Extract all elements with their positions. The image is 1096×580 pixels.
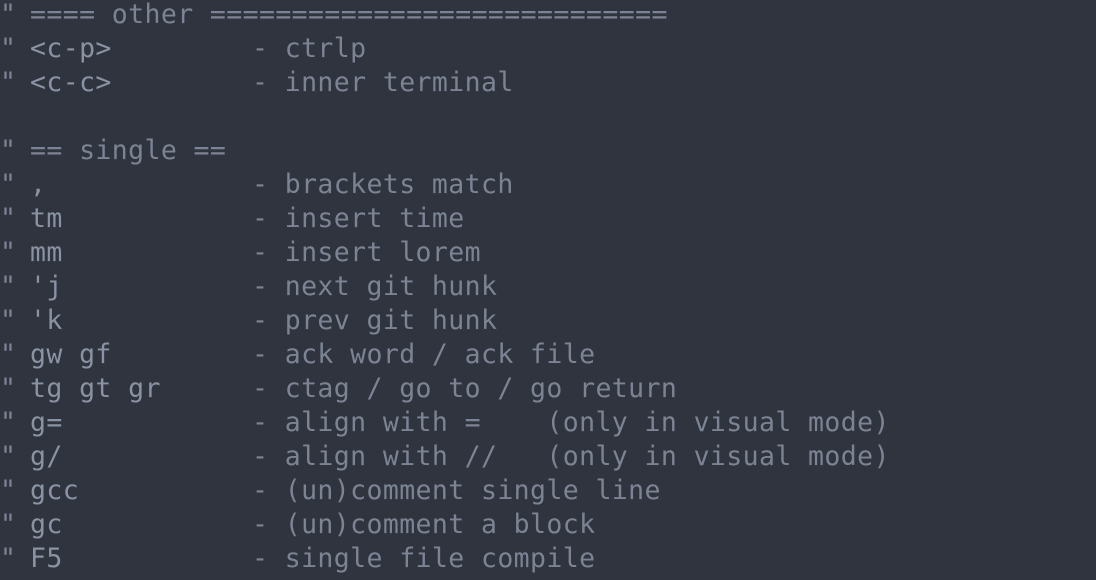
comment-marker: " xyxy=(0,237,17,268)
keymap-description: - ack word / ack file xyxy=(252,339,596,370)
blank-line xyxy=(0,100,890,134)
keymap-line: ", - brackets match xyxy=(0,168,890,202)
keymap-description: - ctag / go to / go return xyxy=(252,373,678,404)
keymap-line: " F5 - single file compile xyxy=(0,542,890,576)
keymap-key: g= xyxy=(30,407,63,438)
keymap-line: " <c-p> - ctrlp xyxy=(0,32,890,66)
keymap-description: - insert lorem xyxy=(252,237,481,268)
keymap-description: - (un)comment a block xyxy=(252,509,596,540)
comment-marker: " xyxy=(0,373,17,404)
keymap-line: " 'k - prev git hunk xyxy=(0,304,890,338)
keymap-key: , xyxy=(30,169,47,200)
comment-marker: " xyxy=(0,271,17,302)
comment-marker: " xyxy=(0,475,17,506)
keymap-description: - insert time xyxy=(252,203,465,234)
keymap-line: " <c-c> - inner terminal xyxy=(0,66,890,100)
comment-marker: " xyxy=(0,407,17,438)
comment-lines: " ==== other ============================… xyxy=(0,0,890,576)
keymap-key: gcc xyxy=(30,475,80,506)
keymap-description: - inner terminal xyxy=(252,67,514,98)
heading-line-other: " ==== other ============================ xyxy=(0,0,890,32)
comment-marker: " xyxy=(0,33,17,64)
keymap-line: " mm - insert lorem xyxy=(0,236,890,270)
keymap-key: F5 xyxy=(30,543,63,574)
comment-marker: " xyxy=(0,0,17,30)
keymap-line: " gcc - (un)comment single line xyxy=(0,474,890,508)
keymap-description: - single file compile xyxy=(252,543,596,574)
keymap-key: tg gt gr xyxy=(30,373,161,404)
keymap-key: tm xyxy=(30,203,63,234)
comment-marker: " xyxy=(0,135,17,166)
comment-marker: " xyxy=(0,169,17,200)
comment-marker: " xyxy=(0,509,17,540)
comment-marker: " xyxy=(0,203,17,234)
keymap-line: " 'j - next git hunk xyxy=(0,270,890,304)
keymap-description: - (un)comment single line xyxy=(252,475,661,506)
keymap-description: - align with = (only in visual mode) xyxy=(252,407,890,438)
keymap-key: <c-c> xyxy=(30,67,112,98)
keymap-key: 'j xyxy=(30,271,63,302)
keymap-line: " gw gf - ack word / ack file xyxy=(0,338,890,372)
keymap-key: mm xyxy=(30,237,63,268)
keymap-line: " gc - (un)comment a block xyxy=(0,508,890,542)
keymap-key: 'k xyxy=(30,305,63,336)
heading-line-single: " == single == xyxy=(0,134,890,168)
keymap-line: " tg gt gr - ctag / go to / go return xyxy=(0,372,890,406)
keymap-key: g/ xyxy=(30,441,63,472)
keymap-key: gc xyxy=(30,509,63,540)
heading-text: == single == xyxy=(30,135,227,166)
editor-text-area[interactable]: " ==== other ============================… xyxy=(0,0,1096,580)
keymap-description: - brackets match xyxy=(252,169,514,200)
comment-marker: " xyxy=(0,543,17,574)
keymap-line: " tm - insert time xyxy=(0,202,890,236)
comment-marker: " xyxy=(0,67,17,98)
keymap-key: <c-p> xyxy=(30,33,112,64)
keymap-description: - ctrlp xyxy=(252,33,367,64)
heading-text: ==== other ============================ xyxy=(30,0,668,30)
keymap-description: - prev git hunk xyxy=(252,305,498,336)
keymap-description: - align with // (only in visual mode) xyxy=(252,441,890,472)
comment-marker: " xyxy=(0,305,17,336)
keymap-key: gw gf xyxy=(30,339,112,370)
keymap-line: " g= - align with = (only in visual mode) xyxy=(0,406,890,440)
comment-marker: " xyxy=(0,339,17,370)
keymap-description: - next git hunk xyxy=(252,271,498,302)
keymap-line: " g/ - align with // (only in visual mode) xyxy=(0,440,890,474)
comment-marker: " xyxy=(0,441,17,472)
